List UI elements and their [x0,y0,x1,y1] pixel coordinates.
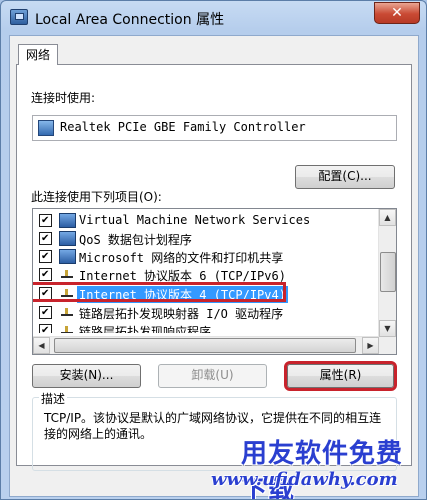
network-connection-icon [10,9,28,25]
list-item[interactable]: Internet 协议版本 6 (TCP/IPv6) [33,265,379,283]
list-item[interactable]: Microsoft 网络的文件和打印机共享 [33,247,379,265]
item-label: 链路层拓扑发现响应程序 [79,325,212,333]
connect-using-label: 连接时使用: [31,91,96,105]
item-label: Virtual Machine Network Services [79,213,311,227]
properties-button[interactable]: 属性(R) [284,361,397,391]
item-label: 链路层拓扑发现映射器 I/O 驱动程序 [79,307,284,321]
network-adapter-icon [38,120,54,136]
item-label: QoS 数据包计划程序 [79,233,192,247]
network-client-icon [59,249,76,264]
uninstall-button: 卸载(U) [158,364,267,388]
network-tab-panel: 连接时使用: Realtek PCIe GBE Family Controlle… [16,64,412,471]
item-checkbox[interactable] [39,287,52,300]
adapter-field: Realtek PCIe GBE Family Controller [32,115,397,141]
configure-button[interactable]: 配置(C)... [295,165,395,189]
items-label: 此连接使用下列项目(O): [31,190,162,204]
protocol-icon [59,286,74,299]
list-item-selected[interactable]: Internet 协议版本 4 (TCP/IPv4) [33,282,379,303]
list-item[interactable]: 链路层拓扑发现响应程序 [33,321,379,333]
window-title: Local Area Connection 属性 [35,12,225,28]
description-title: 描述 [39,390,68,407]
watermark-url: www.ufidawhy.com [211,469,398,490]
network-client-icon [59,213,76,228]
list-item[interactable]: QoS 数据包计划程序 [33,229,379,247]
item-label: Microsoft 网络的文件和打印机共享 [79,251,284,265]
items-list[interactable]: Virtual Machine Network Services QoS 数据包… [32,208,397,355]
tab-network[interactable]: 网络 [18,44,59,65]
item-checkbox[interactable] [39,214,52,227]
item-label: Internet 协议版本 4 (TCP/IPv4) [77,286,288,303]
network-client-icon [59,231,76,246]
list-item[interactable]: Virtual Machine Network Services [33,211,379,229]
vertical-scrollbar[interactable]: ▲ ▼ [378,209,396,337]
scroll-left-icon[interactable]: ◀ [33,337,50,354]
list-item[interactable]: 链路层拓扑发现映射器 I/O 驱动程序 [33,303,379,321]
install-button[interactable]: 安装(N)... [32,364,141,388]
scroll-thumb[interactable] [380,252,396,292]
adapter-name: Realtek PCIe GBE Family Controller [60,120,306,134]
protocol-icon [59,323,74,333]
scroll-down-icon[interactable]: ▼ [379,320,396,337]
protocol-icon [59,267,74,280]
close-button[interactable]: ✕ [374,2,420,24]
properties-window: Local Area Connection 属性 ✕ 网络 连接时使用: Rea… [0,0,427,500]
scroll-right-icon[interactable]: ▶ [362,337,379,354]
dialog-body: 网络 连接时使用: Realtek PCIe GBE Family Contro… [9,35,419,497]
protocol-icon [59,305,74,318]
item-checkbox[interactable] [39,306,52,319]
title-bar[interactable]: Local Area Connection 属性 ✕ [1,1,426,33]
item-checkbox[interactable] [39,232,52,245]
item-label: Internet 协议版本 6 (TCP/IPv6) [79,269,286,283]
scrollbar-corner [379,337,396,354]
horizontal-scrollbar[interactable]: ◀ ▶ [33,336,379,354]
scroll-up-icon[interactable]: ▲ [379,209,396,226]
item-checkbox[interactable] [39,268,52,281]
item-checkbox[interactable] [39,250,52,263]
item-checkbox[interactable] [39,324,52,333]
horizontal-scroll-thumb[interactable] [54,338,356,353]
